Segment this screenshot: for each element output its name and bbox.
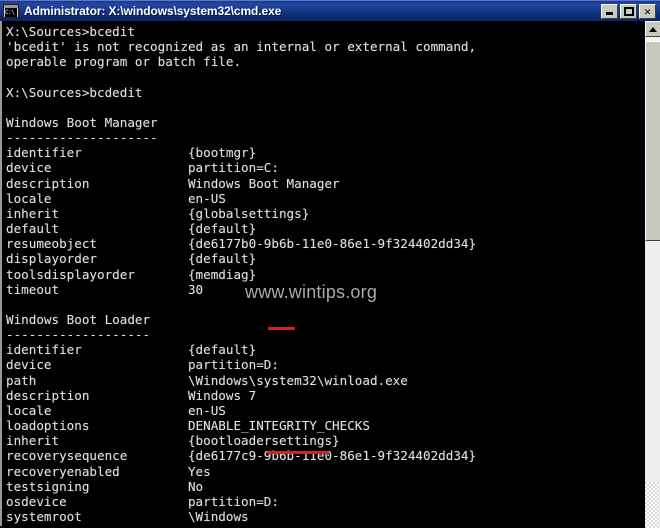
annotation-underline-device-partition-d bbox=[268, 327, 295, 330]
window-controls: ✕ bbox=[601, 3, 658, 19]
vertical-scrollbar[interactable] bbox=[644, 21, 660, 528]
scroll-up-button[interactable] bbox=[645, 21, 660, 37]
site-watermark: www.wintips.org bbox=[245, 282, 378, 302]
maximize-button[interactable] bbox=[620, 3, 637, 19]
close-icon: ✕ bbox=[644, 4, 651, 18]
scrollbar-thumb[interactable] bbox=[645, 41, 660, 241]
console-text: X:\Sources>bcedit 'bcedit' is not recogn… bbox=[6, 24, 477, 528]
window-title: Administrator: X:\windows\system32\cmd.e… bbox=[24, 4, 282, 18]
scrollbar-lower-track[interactable] bbox=[645, 241, 660, 528]
minimize-icon bbox=[606, 11, 613, 15]
cmd-console-icon bbox=[3, 4, 19, 18]
cmd-window: Administrator: X:\windows\system32\cmd.e… bbox=[0, 0, 660, 528]
maximize-icon bbox=[624, 6, 634, 16]
console-output-area[interactable]: X:\Sources>bcedit 'bcedit' is not recogn… bbox=[0, 21, 644, 528]
window-titlebar[interactable]: Administrator: X:\windows\system32\cmd.e… bbox=[0, 0, 660, 21]
close-button[interactable]: ✕ bbox=[639, 3, 656, 19]
annotation-underline-systemroot-windows bbox=[267, 451, 329, 454]
chevron-up-icon bbox=[649, 27, 657, 32]
minimize-button[interactable] bbox=[601, 3, 618, 19]
